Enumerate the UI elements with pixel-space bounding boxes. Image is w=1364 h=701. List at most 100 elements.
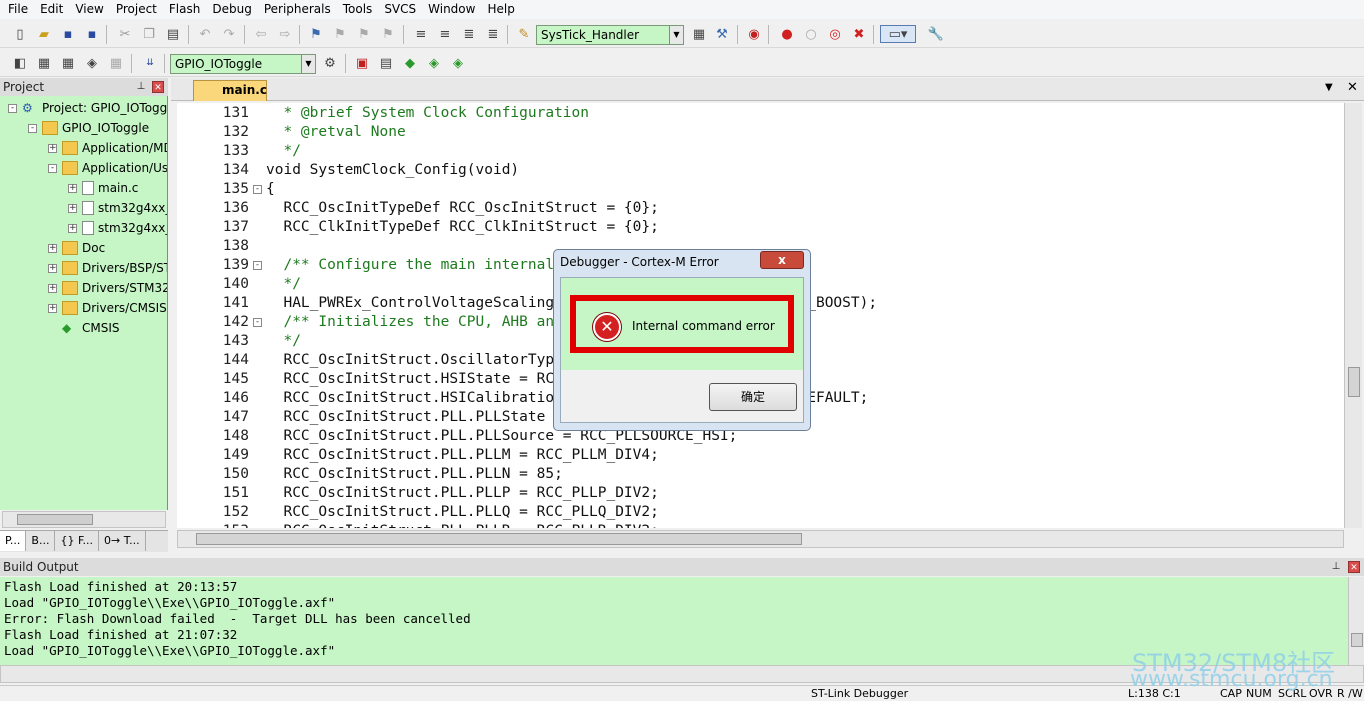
editor-vertical-scrollbar[interactable] (1344, 103, 1362, 528)
uncomment-icon[interactable]: ≣ (484, 25, 502, 43)
code-line[interactable]: RCC_OscInitTypeDef RCC_OscInitStruct = {… (266, 199, 658, 218)
menu-window[interactable]: Window (422, 0, 481, 19)
manage-runtime-icon[interactable]: ◈ (449, 54, 467, 72)
tab-main-c[interactable]: main.c (193, 80, 267, 101)
manage-project-icon[interactable]: ▣ (353, 54, 371, 72)
code-line[interactable]: RCC_OscInitStruct.PLL.PLLR = RCC_PLLR_DI… (266, 522, 658, 528)
stop-build-icon[interactable]: ▦ (107, 54, 125, 72)
tree-item[interactable]: - ⚙ Project: GPIO_IOToggle (8, 98, 167, 118)
chevron-down-icon[interactable]: ▼ (669, 26, 683, 44)
kill-breakpoints-icon[interactable]: ✖ (850, 25, 868, 43)
code-line[interactable]: * @retval None (266, 123, 405, 142)
project-horizontal-scrollbar[interactable] (2, 511, 166, 528)
open-file-icon[interactable]: ▰ (35, 25, 53, 43)
clear-bookmarks-icon[interactable]: ⚑ (379, 25, 397, 43)
target-combo[interactable]: GPIO_IOToggle ▼ (170, 54, 316, 74)
redo-icon[interactable]: ↷ (220, 25, 238, 43)
menu-view[interactable]: View (69, 0, 109, 19)
paste-icon[interactable]: ▤ (164, 25, 182, 43)
menu-help[interactable]: Help (481, 0, 520, 19)
menu-edit[interactable]: Edit (34, 0, 69, 19)
fold-toggle-icon[interactable]: - (253, 185, 262, 194)
close-icon[interactable]: ✕ (152, 81, 164, 93)
close-icon[interactable]: ✕ (1348, 561, 1360, 573)
expand-icon[interactable]: + (48, 143, 57, 153)
expand-icon[interactable]: + (68, 203, 77, 213)
next-bookmark-icon[interactable]: ⚑ (355, 25, 373, 43)
build-icon[interactable]: ▦ (35, 54, 53, 72)
select-packs-icon[interactable]: ◈ (425, 54, 443, 72)
code-line[interactable]: void SystemClock_Config(void) (266, 161, 519, 180)
dialog-close-button[interactable]: x (760, 251, 804, 269)
chevron-down-icon[interactable]: ▼ (301, 55, 315, 73)
menu-debug[interactable]: Debug (206, 0, 257, 19)
scrollbar-thumb[interactable] (1351, 633, 1363, 647)
tab-templates[interactable]: 0→ T... (99, 531, 146, 551)
tab-list-chevron-icon[interactable]: ▼ (1325, 82, 1333, 93)
file-extensions-icon[interactable]: ▤ (377, 54, 395, 72)
tree-item[interactable]: + Doc (48, 238, 105, 258)
code-line[interactable]: RCC_OscInitStruct.PLL.PLLQ = RCC_PLLQ_DI… (266, 503, 658, 522)
pin-icon[interactable]: ⊥ (1330, 561, 1342, 573)
build-vertical-scrollbar[interactable] (1348, 577, 1364, 665)
save-icon[interactable]: ▪ (59, 25, 77, 43)
disable-breakpoint-icon[interactable]: ○ (802, 25, 820, 43)
menu-project[interactable]: Project (110, 0, 163, 19)
rebuild-icon[interactable]: ▦ (59, 54, 77, 72)
code-line[interactable]: RCC_OscInitStruct.PLL.PLLM = RCC_PLLM_DI… (266, 446, 658, 465)
new-file-icon[interactable]: ▯ (11, 25, 29, 43)
prev-bookmark-icon[interactable]: ⚑ (331, 25, 349, 43)
collapse-icon[interactable]: - (28, 123, 37, 133)
configure-icon[interactable]: 🔧 (927, 25, 945, 43)
tree-item[interactable]: - Application/User (48, 158, 167, 178)
code-line[interactable]: RCC_OscInitStruct.PLL.PLLN = 85; (266, 465, 562, 484)
code-line[interactable]: * @brief System Clock Configuration (266, 104, 589, 123)
batch-build-icon[interactable]: ◈ (83, 54, 101, 72)
menu-file[interactable]: File (2, 0, 34, 19)
undo-icon[interactable]: ↶ (196, 25, 214, 43)
indent-icon[interactable]: ≡ (412, 25, 430, 43)
scrollbar-thumb[interactable] (1348, 367, 1360, 397)
collapse-icon[interactable]: - (48, 163, 57, 173)
target-options-icon[interactable]: ⚙ (321, 54, 339, 72)
expand-icon[interactable]: + (48, 283, 57, 293)
tree-item[interactable]: + stm32g4xx_it.c (68, 218, 167, 238)
bookmark-icon[interactable]: ⚑ (307, 25, 325, 43)
code-line[interactable]: */ (266, 332, 300, 351)
incremental-find-icon[interactable]: ⚒ (713, 25, 731, 43)
tree-item[interactable]: + Application/MDK-ARM (48, 138, 167, 158)
window-layout-icon[interactable]: ▭▾ (880, 25, 916, 43)
download-icon[interactable]: ⇊ (141, 54, 159, 72)
comment-icon[interactable]: ≣ (460, 25, 478, 43)
disable-all-breakpoints-icon[interactable]: ◎ (826, 25, 844, 43)
code-line[interactable]: { (266, 180, 275, 199)
code-line[interactable]: */ (266, 142, 300, 161)
ok-button[interactable]: 确定 (709, 383, 797, 411)
tree-item[interactable]: + Drivers/CMSIS (48, 298, 167, 318)
expand-icon[interactable]: + (68, 183, 77, 193)
expand-icon[interactable]: + (48, 303, 57, 313)
tab-functions[interactable]: {} F... (55, 531, 100, 551)
editor-horizontal-scrollbar[interactable] (177, 530, 1344, 548)
fold-toggle-icon[interactable]: - (253, 318, 262, 327)
tree-item[interactable]: + stm32g4xx_hal_msp.c (68, 198, 167, 218)
cut-icon[interactable]: ✂ (116, 25, 134, 43)
scrollbar-thumb[interactable] (17, 514, 93, 525)
find-icon[interactable]: ▦ (690, 25, 708, 43)
tab-project[interactable]: P... (0, 531, 27, 551)
save-all-icon[interactable]: ▪ (83, 25, 101, 43)
pack-installer-icon[interactable]: ◆ (401, 54, 419, 72)
expand-icon[interactable]: + (48, 263, 57, 273)
menu-svcs[interactable]: SVCS (378, 0, 422, 19)
code-line[interactable]: RCC_OscInitStruct.PLL.PLLP = RCC_PLLP_DI… (266, 484, 658, 503)
menu-flash[interactable]: Flash (163, 0, 206, 19)
scrollbar-thumb[interactable] (196, 533, 802, 545)
fold-toggle-icon[interactable]: - (253, 261, 262, 270)
pin-icon[interactable]: ⊥ (135, 81, 147, 93)
tree-item[interactable]: + Drivers/STM32G4xx_HAL_Driver (48, 278, 167, 298)
menu-tools[interactable]: Tools (337, 0, 379, 19)
breakpoint-icon[interactable]: ● (778, 25, 796, 43)
unindent-icon[interactable]: ≡ (436, 25, 454, 43)
tree-item[interactable]: + Drivers/BSP/STM32G4xx_Nucleo (48, 258, 167, 278)
tree-item[interactable]: + main.c (68, 178, 138, 198)
